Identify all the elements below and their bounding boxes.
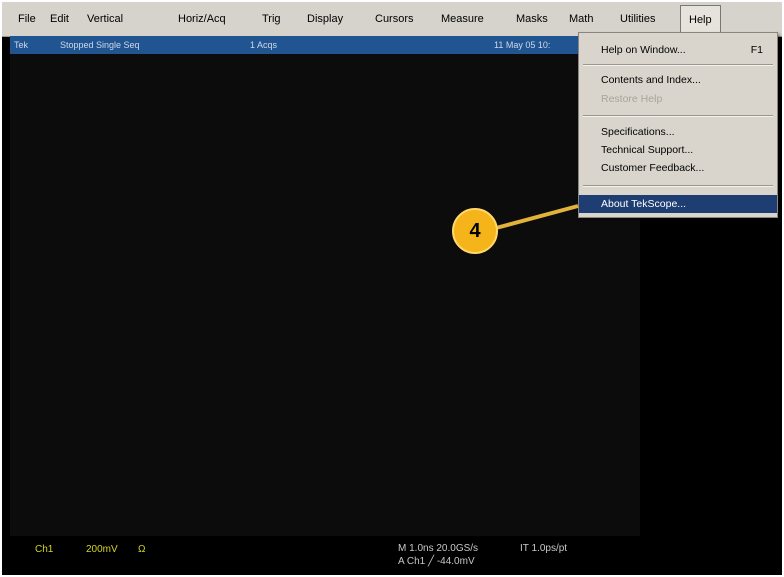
tekscope-window: File Edit Vertical Horiz/Acq Trig Displa… — [2, 2, 782, 575]
callout-pointer-line — [495, 204, 579, 230]
callout-pointer — [495, 204, 579, 230]
callout-number-badge: 4 — [452, 208, 498, 254]
